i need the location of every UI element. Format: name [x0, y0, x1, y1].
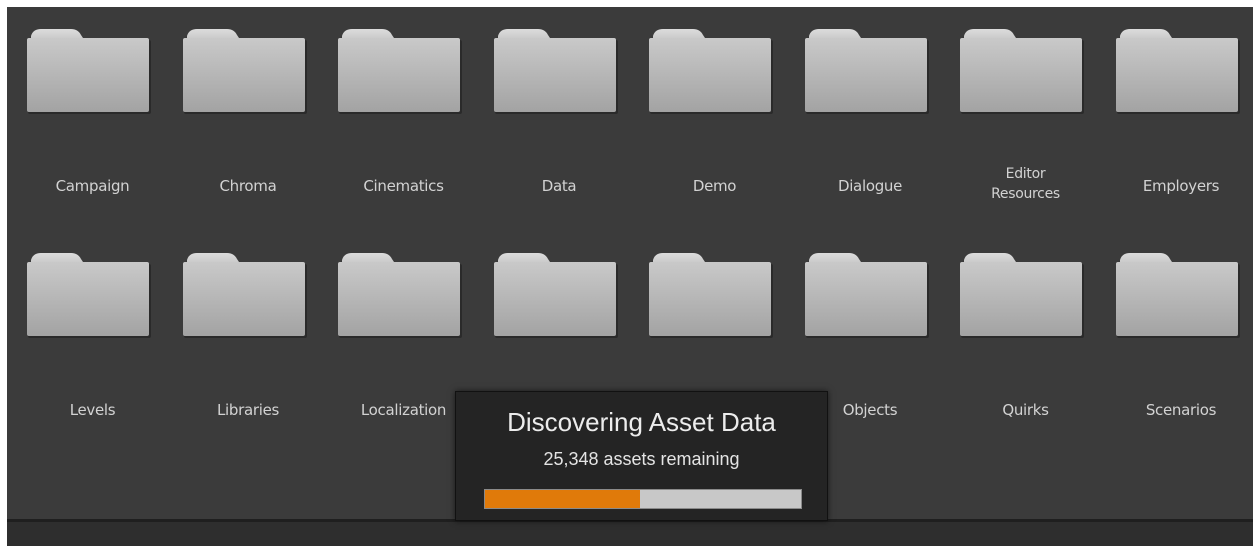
folder-label: Editor Resources: [991, 166, 1060, 202]
folder-tile[interactable]: Campaign: [15, 12, 170, 227]
status-bar: [7, 519, 1253, 546]
progress-subtitle: 25,348 assets remaining: [543, 449, 740, 469]
folder-label: Levels: [69, 401, 116, 419]
folder-label: Demo: [692, 177, 737, 195]
folder-label: Libraries: [216, 401, 280, 419]
folder-icon: [958, 250, 1085, 340]
folder-tile[interactable]: Quirks: [948, 236, 1103, 451]
folder-icon: [492, 26, 619, 116]
folder-label: Employers: [1142, 177, 1220, 195]
folder-tile[interactable]: Levels: [15, 236, 170, 451]
folder-icon: [803, 26, 930, 116]
folder-tile[interactable]: Editor Resources: [948, 12, 1103, 227]
folder-tile[interactable]: Cinematics: [326, 12, 481, 227]
folder-icon: [25, 26, 152, 116]
folder-tile[interactable]: Dialogue: [793, 12, 948, 227]
folder-icon: [181, 26, 308, 116]
folder-icon: [336, 26, 463, 116]
folder-icon: [492, 250, 619, 340]
folder-icon: [647, 250, 774, 340]
folder-icon: [336, 250, 463, 340]
folder-label: Scenarios: [1145, 401, 1217, 419]
folder-icon: [181, 250, 308, 340]
progress-title: Discovering Asset Data: [507, 407, 776, 437]
folder-tile[interactable]: Data: [482, 12, 637, 227]
folder-label: Quirks: [1002, 401, 1049, 419]
folder-icon: [803, 250, 930, 340]
progress-bar-track: [484, 489, 802, 509]
folder-label: Chroma: [219, 177, 277, 195]
folder-icon: [958, 26, 1085, 116]
folder-tile[interactable]: Demo: [637, 12, 792, 227]
folder-icon: [1114, 250, 1241, 340]
folder-label: Cinematics: [363, 177, 444, 195]
folder-tile[interactable]: Chroma: [171, 12, 326, 227]
folder-tile[interactable]: Employers: [1104, 12, 1253, 227]
folder-tile[interactable]: Scenarios: [1104, 236, 1253, 451]
folder-tile[interactable]: Libraries: [171, 236, 326, 451]
folder-label: Campaign: [55, 177, 130, 195]
progress-bar-fill: [485, 490, 640, 508]
folder-label: Dialogue: [837, 177, 903, 195]
folder-icon: [1114, 26, 1241, 116]
folder-label: Data: [541, 177, 577, 195]
progress-dialog: Discovering Asset Data 25,348 assets rem…: [455, 391, 828, 521]
folder-icon: [25, 250, 152, 340]
folder-icon: [647, 26, 774, 116]
content-browser-window: Campaign Chroma Cinematics Data Demo Dialogue…: [0, 0, 1253, 546]
